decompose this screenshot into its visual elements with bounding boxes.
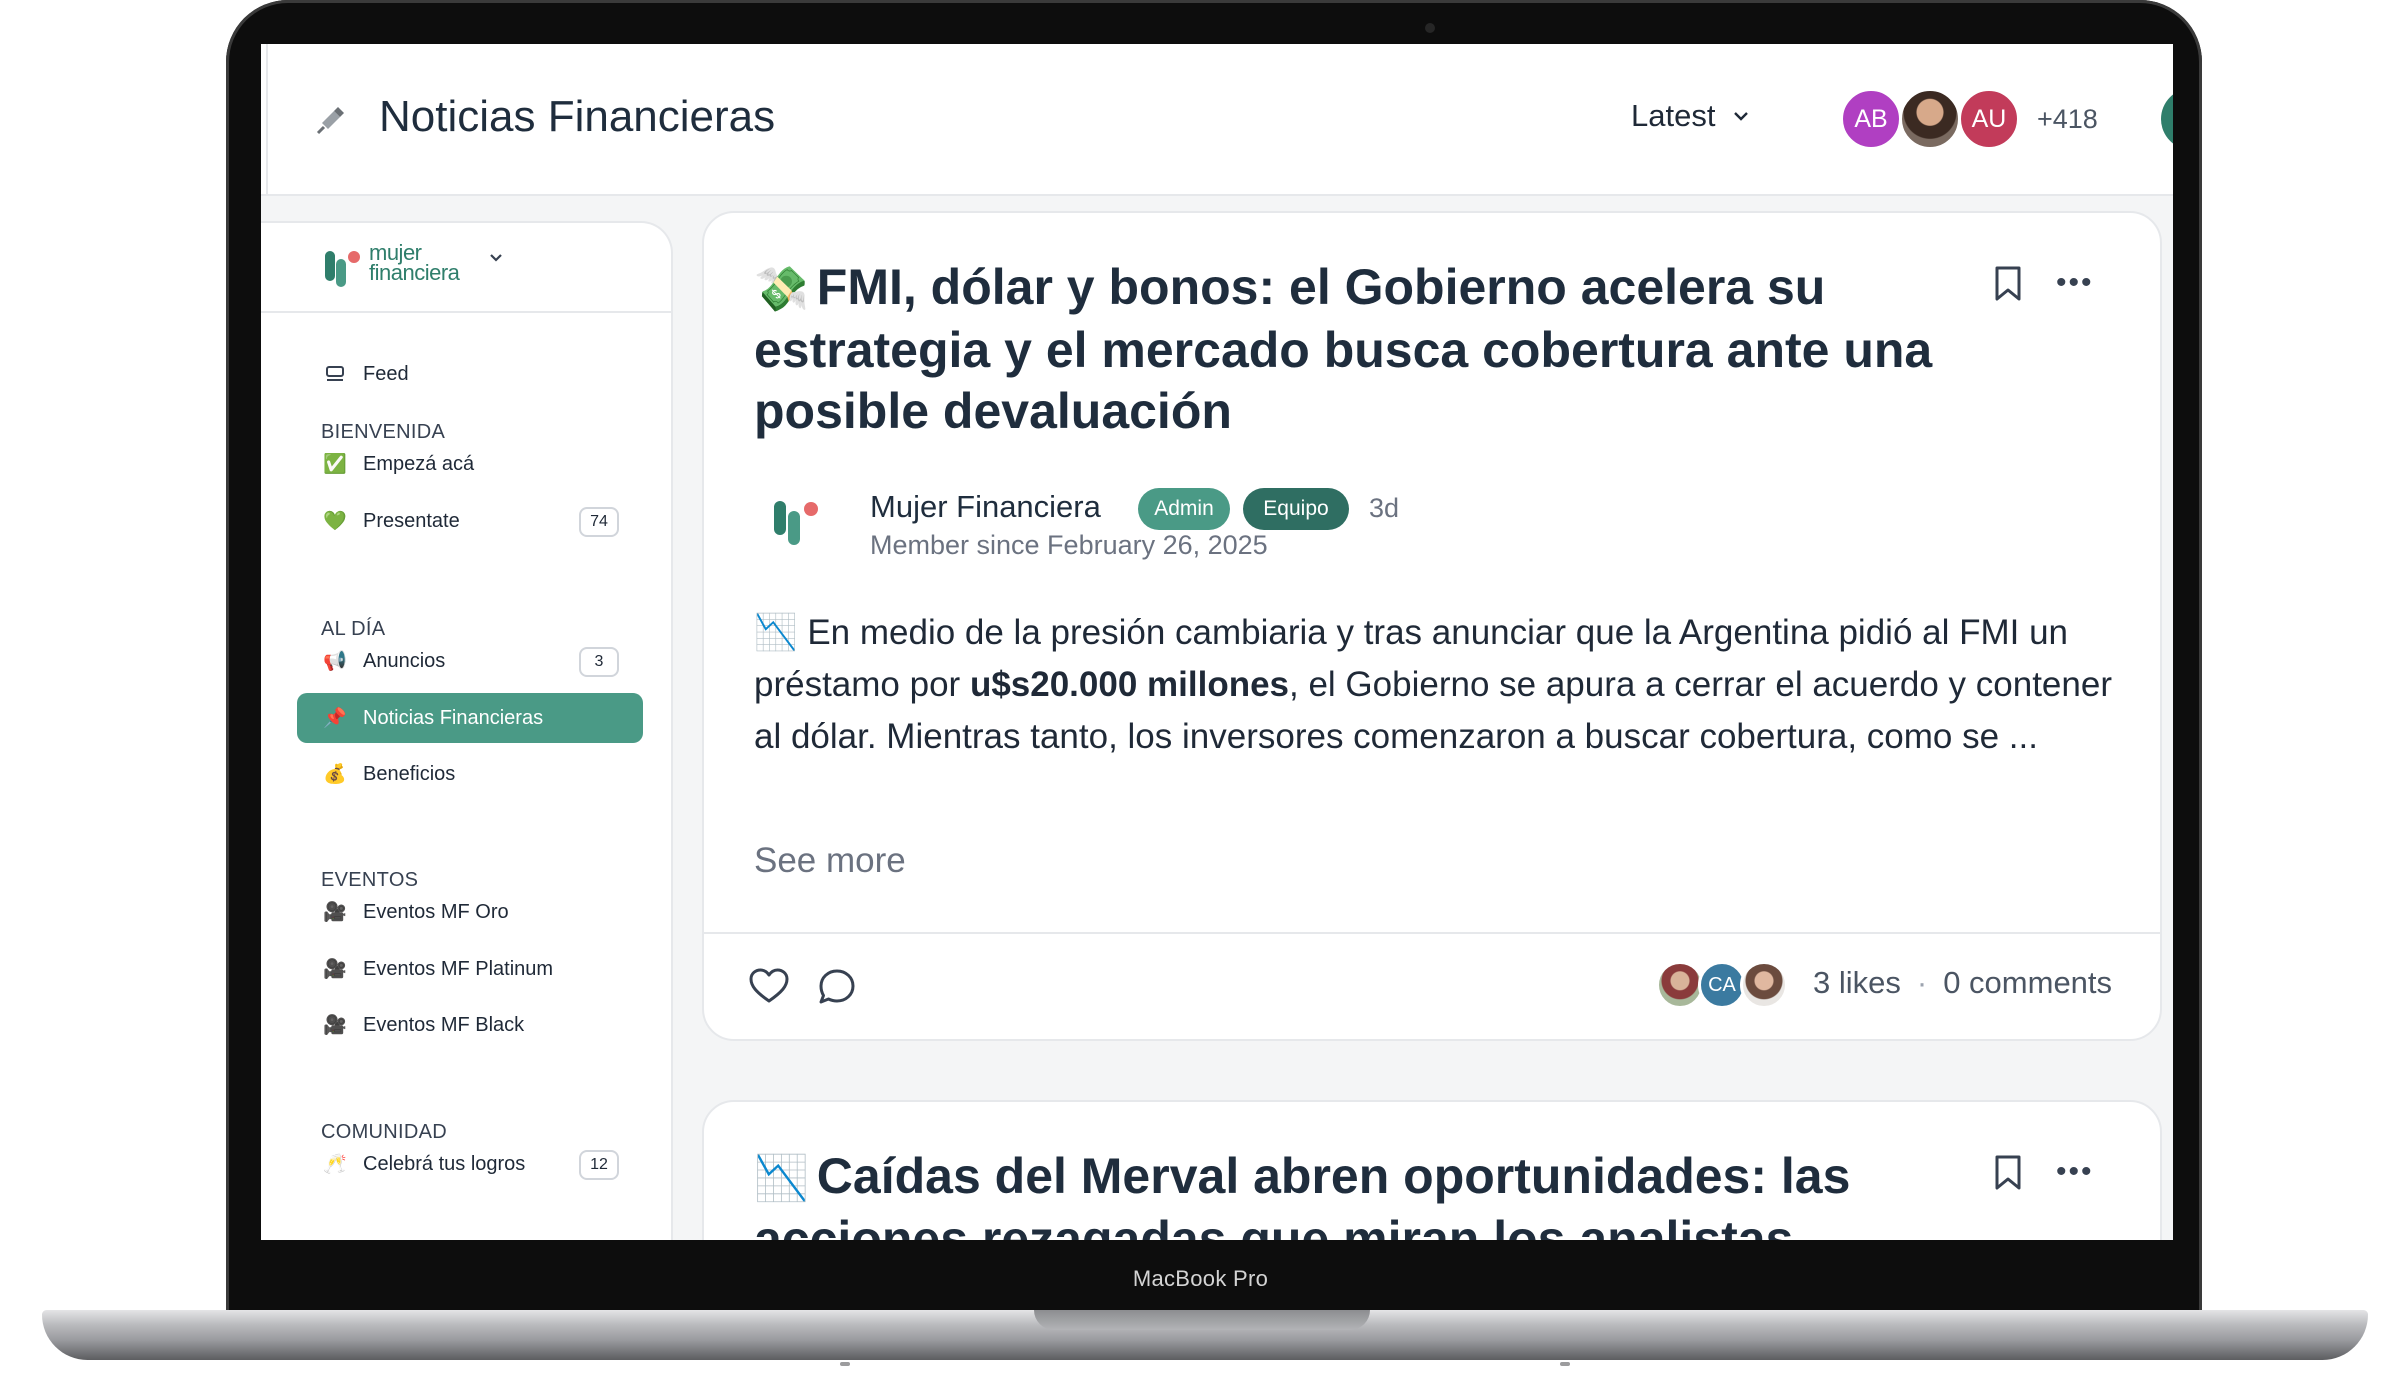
- chevron-down-icon: [1734, 112, 1749, 121]
- laptop-foot: [1560, 1362, 1570, 1366]
- member-count[interactable]: +418: [2037, 104, 2098, 135]
- author-name[interactable]: Mujer Financiera: [870, 489, 1101, 525]
- brand-line-2: financiera: [369, 260, 460, 285]
- unread-count-badge: 74: [579, 507, 619, 537]
- sidebar-item-presentate[interactable]: 💚 Presentate 74: [297, 496, 643, 546]
- post-card: 📉 Caídas del Merval abren oportunidades: …: [702, 1100, 2162, 1240]
- sidebar-item-label: Feed: [363, 362, 409, 385]
- divider: [704, 932, 2160, 934]
- chart-down-icon: 📉: [754, 613, 798, 652]
- brand-switcher[interactable]: mujer financiera: [261, 223, 671, 313]
- sidebar-item-eventos-mf-oro[interactable]: 🎥 Eventos MF Oro: [297, 887, 643, 937]
- app-screen: Noticias Financieras Latest AB AU +418 m…: [261, 44, 2173, 1240]
- sidebar-item-feed[interactable]: Feed: [297, 349, 643, 399]
- avatar[interactable]: CA: [1698, 961, 1746, 1009]
- sidebar-item-label: Eventos MF Black: [363, 1013, 525, 1036]
- post-body-highlight: u$s20.000 millones: [969, 665, 1290, 704]
- sidebar-item-label: Eventos MF Platinum: [363, 957, 554, 980]
- chevron-down-icon: [490, 254, 502, 262]
- sidebar-item-celebra-tus-logros[interactable]: 🥂 Celebrá tus logros 12: [297, 1139, 643, 1189]
- bookmark-icon[interactable]: [1994, 265, 2022, 303]
- bookmark-icon[interactable]: [1994, 1154, 2022, 1192]
- more-options-icon[interactable]: •••: [2056, 268, 2094, 298]
- sidebar-item-label: Presentate: [363, 509, 460, 532]
- laptop-notch: [1034, 1310, 1370, 1330]
- sidebar-item-label: Noticias Financieras: [363, 706, 544, 729]
- sidebar-item-noticias-financieras[interactable]: 📌 Noticias Financieras: [297, 693, 643, 743]
- unread-count-badge: 12: [579, 1150, 619, 1180]
- stats-separator: ·: [1916, 965, 1928, 1000]
- video-camera-icon: 🎥: [323, 902, 347, 923]
- sidebar-item-label: Celebrá tus logros: [363, 1152, 526, 1175]
- pushpin-icon: [316, 107, 344, 135]
- avatar[interactable]: AU: [1958, 88, 2020, 150]
- laptop-mockup: MacBook Pro Noticias Financieras Latest …: [0, 0, 2401, 1376]
- brand-name: mujer financiera: [369, 242, 460, 285]
- sidebar-item-label: Empezá acá: [363, 452, 475, 475]
- post-title[interactable]: 📉 Caídas del Merval abren oportunidades: …: [754, 1146, 1934, 1240]
- heart-icon: 💚: [323, 511, 347, 532]
- comment-icon[interactable]: [817, 967, 857, 1007]
- sidebar-item-eventos-mf-platinum[interactable]: 🎥 Eventos MF Platinum: [297, 944, 643, 994]
- megaphone-icon: 📢: [323, 651, 347, 672]
- sidebar-item-anuncios[interactable]: 📢 Anuncios 3: [297, 636, 643, 686]
- post-title[interactable]: 💸 FMI, dólar y bonos: el Gobierno acelera…: [754, 257, 1934, 442]
- laptop-foot: [840, 1362, 850, 1366]
- liker-avatars[interactable]: CA: [1656, 961, 1788, 1009]
- post-timestamp: 3d: [1369, 493, 1400, 523]
- pushpin-icon: 📌: [323, 708, 347, 729]
- heart-icon[interactable]: [748, 967, 790, 1005]
- device-label: MacBook Pro: [1132, 1266, 1269, 1291]
- sidebar-item-label: Eventos MF Oro: [363, 900, 509, 923]
- post-card: 💸 FMI, dólar y bonos: el Gobierno acelera…: [702, 211, 2162, 1041]
- member-since: Member since February 26, 2025: [870, 530, 1268, 560]
- post-stats: 3 likes · 0 comments: [1813, 965, 2112, 1001]
- sidebar-item-label: Beneficios: [363, 762, 456, 785]
- sidebar-item-label: Anuncios: [363, 649, 446, 672]
- video-camera-icon: 🎥: [323, 1015, 347, 1036]
- top-header: Noticias Financieras Latest AB AU +418: [261, 44, 2173, 196]
- sidebar-item-empeza-aca[interactable]: ✅ Empezá acá: [297, 439, 643, 489]
- user-avatar[interactable]: [2161, 88, 2173, 150]
- likes-count[interactable]: 3 likes: [1813, 965, 1901, 1001]
- avatar[interactable]: AB: [1840, 88, 1902, 150]
- check-icon: ✅: [323, 454, 347, 475]
- avatar[interactable]: [1656, 961, 1704, 1009]
- more-options-icon[interactable]: •••: [2056, 1157, 2094, 1187]
- comments-count[interactable]: 0 comments: [1943, 965, 2112, 1001]
- brand-logo-icon: [325, 251, 360, 287]
- avatar[interactable]: [1740, 961, 1788, 1009]
- sort-label: Latest: [1631, 98, 1716, 133]
- avatar[interactable]: [1899, 88, 1961, 150]
- video-camera-icon: 🎥: [323, 959, 347, 980]
- camera-dot: [1425, 23, 1435, 33]
- member-avatars[interactable]: AB AU +418: [1840, 88, 2098, 150]
- unread-count-badge: 3: [579, 647, 619, 677]
- role-badge-team: Equipo: [1243, 488, 1349, 530]
- post-body: 📉 En medio de la presión cambiaria y tra…: [754, 607, 2124, 763]
- sort-dropdown[interactable]: Latest: [1631, 98, 1749, 134]
- post-title-text: Caídas del Merval abren oportunidades: l…: [754, 1148, 1851, 1240]
- feed-icon: [323, 365, 347, 383]
- champagne-icon: 🥂: [323, 1154, 347, 1175]
- author-avatar[interactable]: [766, 493, 824, 551]
- page-title: Noticias Financieras: [379, 92, 776, 141]
- sidebar: mujer financiera Feed BIENVENIDA ✅ Empez…: [261, 221, 673, 1240]
- sidebar-item-beneficios[interactable]: 💰 Beneficios: [297, 749, 643, 799]
- money-wings-icon: 💸: [754, 265, 809, 314]
- chart-down-icon: 📉: [754, 1154, 809, 1203]
- see-more-link[interactable]: See more: [754, 841, 906, 881]
- role-badge-admin: Admin: [1138, 488, 1230, 530]
- header-divider: [266, 44, 268, 196]
- money-bag-icon: 💰: [323, 764, 347, 785]
- post-title-text: FMI, dólar y bonos: el Gobierno acelera …: [754, 259, 1933, 439]
- sidebar-item-eventos-mf-black[interactable]: 🎥 Eventos MF Black: [297, 1000, 643, 1050]
